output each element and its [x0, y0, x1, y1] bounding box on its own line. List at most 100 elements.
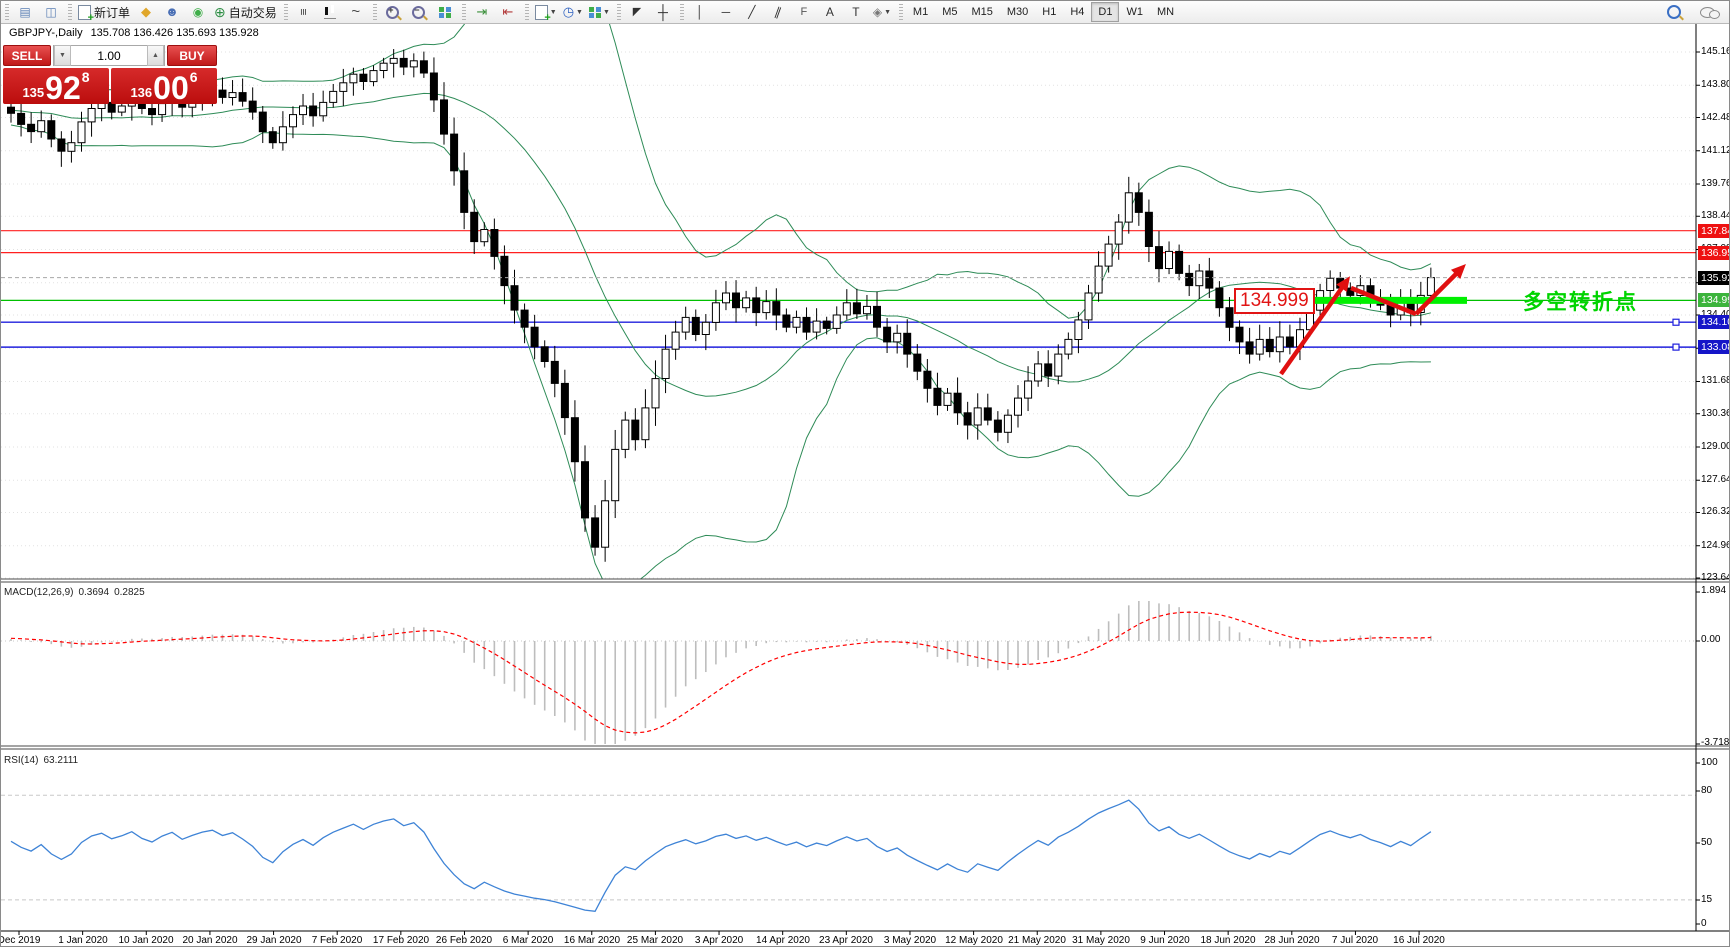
price-tick: 142.480 [1701, 112, 1729, 123]
timeframe-M5[interactable]: M5 [935, 2, 964, 22]
buy-price[interactable]: 136 00 6 [111, 68, 217, 104]
timeframe-H1[interactable]: H1 [1035, 2, 1063, 22]
chart-preview-icon[interactable]: ◫ [38, 2, 64, 22]
timeframe-group: M1 M5 M15 M30 H1 H4 D1 W1 MN [906, 1, 1181, 23]
text-label-button[interactable]: T [843, 2, 869, 22]
toolbar-grip[interactable] [283, 4, 288, 20]
auto-scroll-button[interactable]: ⇤ [495, 2, 521, 22]
volume-decrease-button[interactable]: ▼ [54, 45, 71, 66]
toolbar-grip[interactable] [898, 4, 903, 20]
dropdown-caret-icon[interactable]: ▼ [576, 9, 583, 16]
date-tick: 17 Feb 2020 [372, 935, 430, 946]
macd-scale-tick: 1.894 [1701, 585, 1727, 596]
toolbar-grip[interactable] [679, 4, 684, 20]
tile-windows-button[interactable] [432, 2, 458, 22]
globe-icon: ⊕ [214, 4, 226, 20]
volume-input[interactable]: 1.00 [71, 49, 147, 63]
price-tick: 138.440 [1701, 210, 1729, 221]
tline-icon: ╱ [748, 5, 756, 19]
signal-icon: ◉ [192, 5, 204, 19]
timeframe-MN[interactable]: MN [1150, 2, 1181, 22]
turning-point-note[interactable]: 多空转折点 [1523, 286, 1638, 316]
price-tick: 139.760 [1701, 178, 1729, 189]
vertical-line-button[interactable]: │ [687, 2, 713, 22]
new-order-button[interactable]: + 新订单 [75, 2, 133, 23]
text-button[interactable]: A [817, 2, 843, 22]
trendline-button[interactable]: ╱ [739, 2, 765, 22]
chart-canvas[interactable] [1, 1, 1730, 947]
market-watch-icon[interactable]: ☻ [159, 2, 185, 22]
main-chart-layer[interactable] [1, 1, 1696, 590]
date-tick: 6 Mar 2020 [502, 935, 554, 946]
auto-trading-button[interactable]: ⊕ 自动交易 [211, 2, 280, 22]
chart-shift-button[interactable]: ⇥ [469, 2, 495, 22]
zoom-out-button[interactable]: − [406, 2, 432, 22]
auto-trading-button-label: 自动交易 [228, 5, 277, 20]
chart-window-icon[interactable]: ▤ [12, 2, 38, 22]
crosshair-button[interactable]: ┼ [650, 2, 676, 22]
price-line-label: 137.849 [1698, 224, 1729, 238]
signal-icon[interactable]: ◉ [185, 2, 211, 22]
bar-chart-button[interactable]: ≡ [291, 2, 317, 22]
timeframe-M30[interactable]: M30 [1000, 2, 1035, 22]
date-tick: 26 Feb 2020 [435, 935, 493, 946]
sell-button[interactable]: SELL [3, 45, 51, 66]
rsi-panel[interactable] [1, 794, 1696, 912]
shapes-button[interactable]: ◈ ▼ [869, 2, 895, 22]
toolbar-grip[interactable] [616, 4, 621, 20]
channel-button[interactable]: ∥ [765, 2, 791, 22]
toolbar-grip[interactable] [5, 4, 9, 20]
rsi-label: RSI(14) 63.2111 [4, 755, 83, 766]
chat-icon[interactable] [1697, 2, 1723, 22]
macd-panel[interactable] [1, 600, 1696, 744]
toolbar-grip[interactable] [68, 4, 72, 20]
line-chart-button[interactable]: ~ [343, 2, 369, 22]
price-annotation[interactable]: 134.999 [1234, 288, 1315, 314]
timeframe-D1[interactable]: D1 [1091, 2, 1120, 22]
dropdown-caret-icon[interactable]: ▼ [884, 9, 891, 16]
crosshair-icon: ┼ [657, 4, 668, 20]
dropdown-caret-icon[interactable]: ▼ [603, 9, 610, 16]
date-tick: 21 May 2020 [1008, 935, 1066, 946]
date-tick: 31 May 2020 [1072, 935, 1130, 946]
volume-increase-button[interactable]: ▲ [147, 45, 164, 66]
indicators-button[interactable]: + ▼ [532, 2, 560, 23]
ohlc-values: 135.708 136.426 135.693 135.928 [90, 27, 259, 39]
price-line-label: 134.104 [1698, 315, 1729, 329]
rsi-name: RSI(14) [4, 755, 39, 766]
dropdown-caret-icon[interactable]: ▼ [550, 9, 557, 16]
person-icon: ☻ [165, 4, 179, 19]
timeframe-W1[interactable]: W1 [1119, 2, 1150, 22]
fibonacci-button[interactable]: F [791, 2, 817, 22]
chart-profile-icon[interactable]: ◆ [133, 2, 159, 22]
search-icon[interactable] [1661, 2, 1687, 22]
toolbar-grip[interactable] [461, 4, 466, 20]
templates-button[interactable]: ▼ [586, 2, 613, 22]
rsi-scale-tick: 100 [1701, 757, 1718, 768]
periods-button[interactable]: ◷ ▼ [560, 2, 586, 22]
channel-icon: ∥ [772, 4, 784, 20]
timeframe-M1[interactable]: M1 [906, 2, 935, 22]
horizontal-line-button[interactable]: ─ [713, 2, 739, 22]
toolbar: ▤ ◫ + 新订单 ◆ ☻ ◉ ⊕ 自动交易 ≡ ~ + − ⇥ ⇤ + ▼ ◷ ▼ ▼ ◤ ┼ │ ─ ╱ ∥ F A T ◈ ▼ M1 M5… [1, 1, 1729, 24]
candlestick-button[interactable] [317, 2, 343, 22]
price-tick: 131.680 [1701, 375, 1729, 386]
date-tick: 18 Jun 2020 [1200, 935, 1256, 946]
timeframe-H4[interactable]: H4 [1063, 2, 1091, 22]
chart-title: GBPJPY-,Daily 135.708 136.426 135.693 135… [9, 27, 259, 39]
toolbar-grip[interactable] [372, 4, 377, 20]
cursor-button[interactable]: ◤ [624, 2, 650, 22]
date-tick: 25 Mar 2020 [626, 935, 684, 946]
timeframe-M15[interactable]: M15 [964, 2, 999, 22]
zoom-in-button[interactable]: + [380, 2, 406, 22]
macd-value-2: 0.2825 [114, 587, 145, 598]
macd-scale-tick: 0.00 [1701, 634, 1721, 645]
toolbar-grip[interactable] [524, 4, 529, 20]
buy-button[interactable]: BUY [167, 45, 217, 66]
buy-price-main: 00 [153, 70, 189, 106]
sell-price[interactable]: 135 92 8 [3, 68, 109, 104]
autoscroll-icon: ⇤ [502, 4, 514, 19]
date-tick: 7 Feb 2020 [311, 935, 363, 946]
volume-box: ▼ 1.00 ▲ [53, 45, 165, 66]
price-tick: 141.120 [1701, 145, 1729, 156]
